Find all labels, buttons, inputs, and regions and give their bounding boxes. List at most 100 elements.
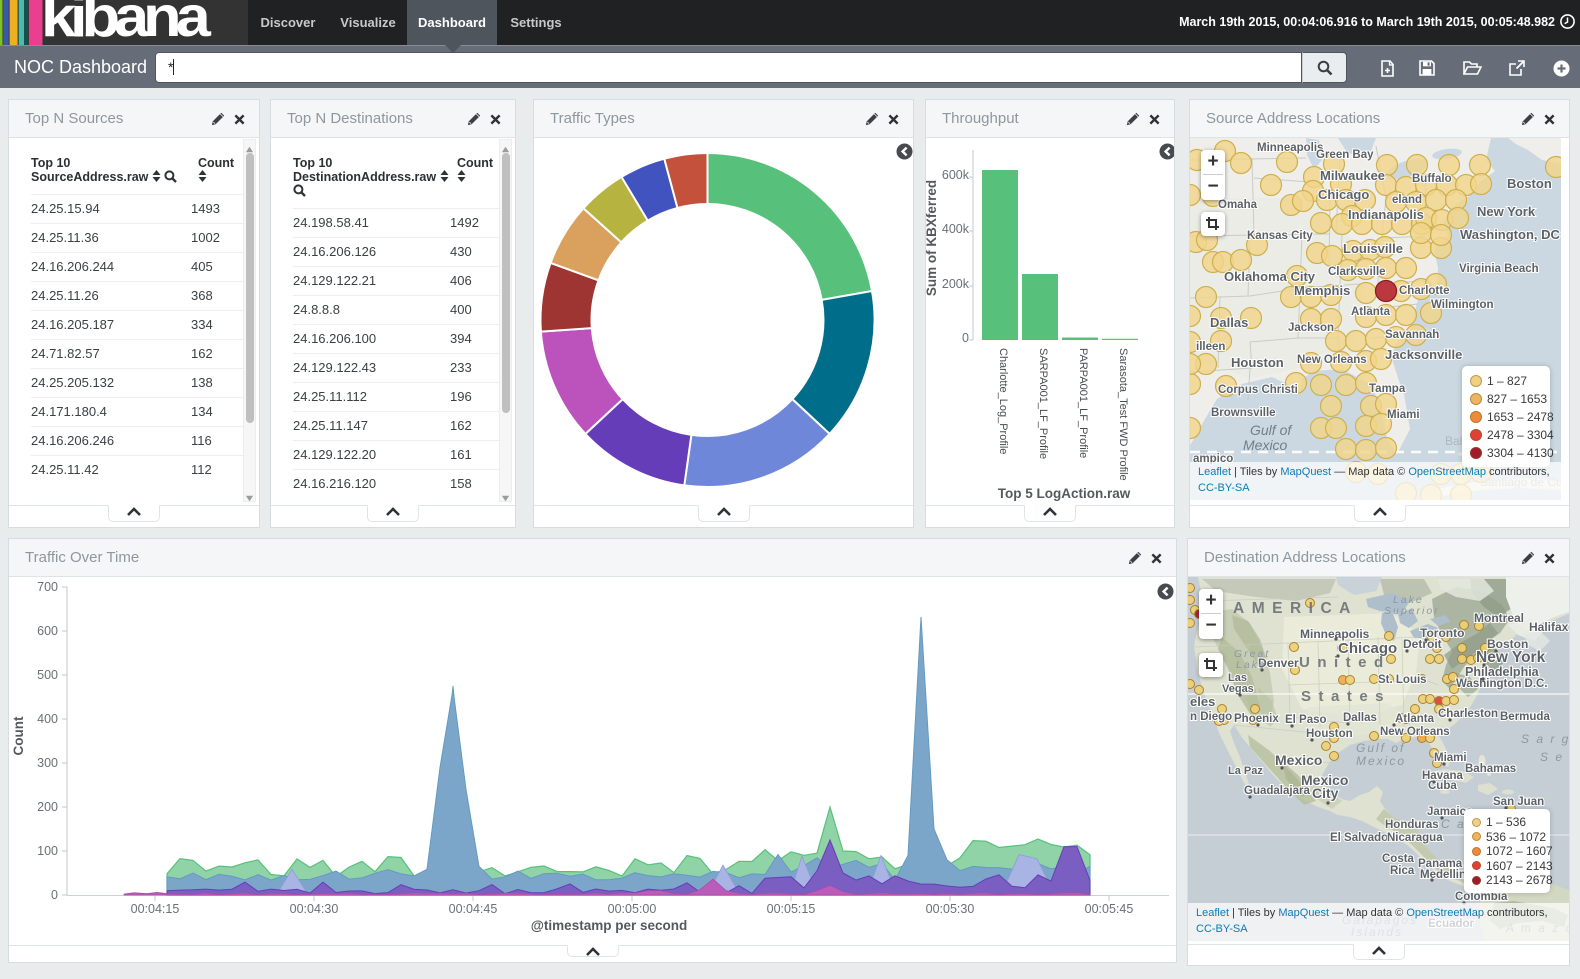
svg-text:Sum of KBXferred: Sum of KBXferred bbox=[926, 180, 939, 296]
svg-text:100: 100 bbox=[37, 844, 58, 858]
svg-text:Nicaragua: Nicaragua bbox=[1387, 832, 1443, 844]
svg-text:400k: 400k bbox=[942, 222, 970, 236]
svg-text:00:05:45: 00:05:45 bbox=[1085, 902, 1134, 916]
svg-text:Charlotte_Log_Profile: Charlotte_Log_Profile bbox=[997, 348, 1009, 454]
svg-text:Charlotte: Charlotte bbox=[1399, 285, 1449, 297]
svg-text:0: 0 bbox=[962, 331, 969, 345]
svg-text:Gulf of: Gulf of bbox=[1356, 741, 1405, 755]
svg-text:00:05:15: 00:05:15 bbox=[767, 902, 816, 916]
svg-text:Sarasota_Test FWD Profile: Sarasota_Test FWD Profile bbox=[1117, 348, 1129, 481]
svg-text:@timestamp per second: @timestamp per second bbox=[531, 918, 687, 933]
svg-text:Top 5 LogAction.raw: Top 5 LogAction.raw bbox=[998, 486, 1131, 501]
svg-text:Miami: Miami bbox=[1434, 752, 1467, 764]
svg-text:600: 600 bbox=[37, 624, 58, 638]
svg-text:200: 200 bbox=[37, 800, 58, 814]
svg-text:El Salvador: El Salvador bbox=[1330, 832, 1393, 844]
svg-text:PARPA001_LF_Profile: PARPA001_LF_Profile bbox=[1077, 348, 1089, 458]
svg-text:Oklahoma City: Oklahoma City bbox=[1224, 269, 1316, 284]
svg-text:Dallas: Dallas bbox=[1210, 315, 1248, 330]
svg-text:Medellin: Medellin bbox=[1420, 869, 1466, 881]
svg-text:New Orleans: New Orleans bbox=[1380, 726, 1450, 738]
svg-text:00:05:00: 00:05:00 bbox=[608, 902, 657, 916]
svg-text:Philadelphia: Philadelphia bbox=[1465, 665, 1540, 679]
svg-text:Mexico: Mexico bbox=[1243, 437, 1288, 453]
svg-text:New York: New York bbox=[1476, 649, 1546, 666]
svg-text:Omaha: Omaha bbox=[1218, 199, 1258, 211]
svg-text:Jacksonville: Jacksonville bbox=[1385, 347, 1462, 362]
svg-text:Atlanta: Atlanta bbox=[1395, 713, 1435, 725]
svg-text:Tampa: Tampa bbox=[1369, 383, 1406, 395]
svg-text:SARPA001_LF_Profile: SARPA001_LF_Profile bbox=[1037, 348, 1049, 459]
svg-text:Kansas City: Kansas City bbox=[1247, 230, 1313, 242]
svg-text:Jackson: Jackson bbox=[1288, 322, 1334, 334]
svg-text:eles: eles bbox=[1190, 694, 1215, 709]
svg-text:Gulf of: Gulf of bbox=[1250, 422, 1293, 438]
svg-text:Honduras: Honduras bbox=[1385, 819, 1439, 831]
svg-text:Louisville: Louisville bbox=[1343, 241, 1403, 256]
svg-text:S a r g: S a r g bbox=[1521, 732, 1569, 746]
svg-text:Detroit: Detroit bbox=[1403, 637, 1442, 651]
svg-text:Houston: Houston bbox=[1306, 728, 1353, 740]
svg-text:Atlanta: Atlanta bbox=[1351, 306, 1391, 318]
svg-text:Virginia Beach: Virginia Beach bbox=[1459, 263, 1539, 275]
svg-text:Count: Count bbox=[11, 716, 26, 755]
svg-text:Miami: Miami bbox=[1387, 409, 1420, 421]
svg-text:400: 400 bbox=[37, 712, 58, 726]
svg-text:S e: S e bbox=[1540, 750, 1564, 764]
svg-text:Colombia: Colombia bbox=[1455, 891, 1508, 903]
svg-text:00:04:30: 00:04:30 bbox=[290, 902, 339, 916]
svg-text:200k: 200k bbox=[942, 277, 970, 291]
svg-text:Halifax: Halifax bbox=[1529, 620, 1569, 634]
svg-text:Vegas: Vegas bbox=[1222, 683, 1254, 695]
svg-text:Montreal: Montreal bbox=[1474, 611, 1524, 625]
svg-text:Costa: Costa bbox=[1382, 853, 1415, 865]
svg-text:New Orleans: New Orleans bbox=[1297, 354, 1367, 366]
svg-text:Phoenix: Phoenix bbox=[1234, 713, 1279, 725]
svg-text:Indianapolis: Indianapolis bbox=[1348, 207, 1424, 222]
svg-text:AMERICA: AMERICA bbox=[1233, 600, 1358, 617]
svg-text:700: 700 bbox=[37, 580, 58, 594]
svg-text:Brownsville: Brownsville bbox=[1211, 407, 1276, 419]
svg-text:San Juan: San Juan bbox=[1493, 796, 1544, 808]
svg-text:Mexico: Mexico bbox=[1356, 754, 1406, 768]
svg-text:Charleston: Charleston bbox=[1438, 708, 1498, 720]
svg-text:St. Louis: St. Louis bbox=[1378, 674, 1427, 686]
svg-text:Green Bay: Green Bay bbox=[1316, 149, 1374, 161]
svg-text:Cuba: Cuba bbox=[1428, 780, 1457, 792]
svg-text:New York: New York bbox=[1477, 204, 1536, 219]
svg-text:Savannah: Savannah bbox=[1385, 329, 1439, 341]
svg-text:00:04:45: 00:04:45 bbox=[449, 902, 498, 916]
svg-text:500: 500 bbox=[37, 668, 58, 682]
svg-text:600k: 600k bbox=[942, 168, 970, 182]
svg-text:Superior: Superior bbox=[1384, 605, 1440, 617]
svg-text:Dallas: Dallas bbox=[1343, 712, 1377, 724]
svg-text:Bermuda: Bermuda bbox=[1500, 711, 1550, 723]
svg-text:Minneapolis: Minneapolis bbox=[1257, 142, 1323, 154]
svg-text:eland: eland bbox=[1392, 194, 1422, 206]
svg-text:La Paz: La Paz bbox=[1228, 765, 1263, 777]
svg-text:States: States bbox=[1301, 688, 1391, 705]
svg-text:Boston: Boston bbox=[1507, 176, 1552, 191]
svg-text:Memphis: Memphis bbox=[1294, 283, 1350, 298]
svg-text:Rica: Rica bbox=[1390, 865, 1415, 877]
svg-text:Washington, DC: Washington, DC bbox=[1460, 227, 1561, 242]
svg-text:Clarksville: Clarksville bbox=[1328, 266, 1386, 278]
svg-text:El Paso: El Paso bbox=[1285, 714, 1327, 726]
svg-text:Chicago: Chicago bbox=[1318, 187, 1369, 202]
svg-text:Wilmington: Wilmington bbox=[1431, 299, 1494, 311]
svg-text:Mexico: Mexico bbox=[1275, 752, 1322, 768]
svg-text:00:05:30: 00:05:30 bbox=[926, 902, 975, 916]
svg-text:n Diego: n Diego bbox=[1190, 711, 1232, 723]
svg-text:Corpus Christi: Corpus Christi bbox=[1218, 384, 1298, 396]
svg-text:Houston: Houston bbox=[1231, 355, 1284, 370]
svg-text:Bahamas: Bahamas bbox=[1465, 763, 1516, 775]
svg-text:00:04:15: 00:04:15 bbox=[131, 902, 180, 916]
svg-text:300: 300 bbox=[37, 756, 58, 770]
svg-text:City: City bbox=[1312, 785, 1339, 801]
svg-text:Milwaukee: Milwaukee bbox=[1320, 168, 1385, 183]
svg-text:Washington D.C.: Washington D.C. bbox=[1456, 678, 1548, 690]
svg-text:illeen: illeen bbox=[1196, 341, 1225, 353]
svg-text:0: 0 bbox=[51, 888, 58, 902]
svg-text:Buffalo: Buffalo bbox=[1412, 173, 1452, 185]
svg-text:United: United bbox=[1299, 654, 1391, 671]
